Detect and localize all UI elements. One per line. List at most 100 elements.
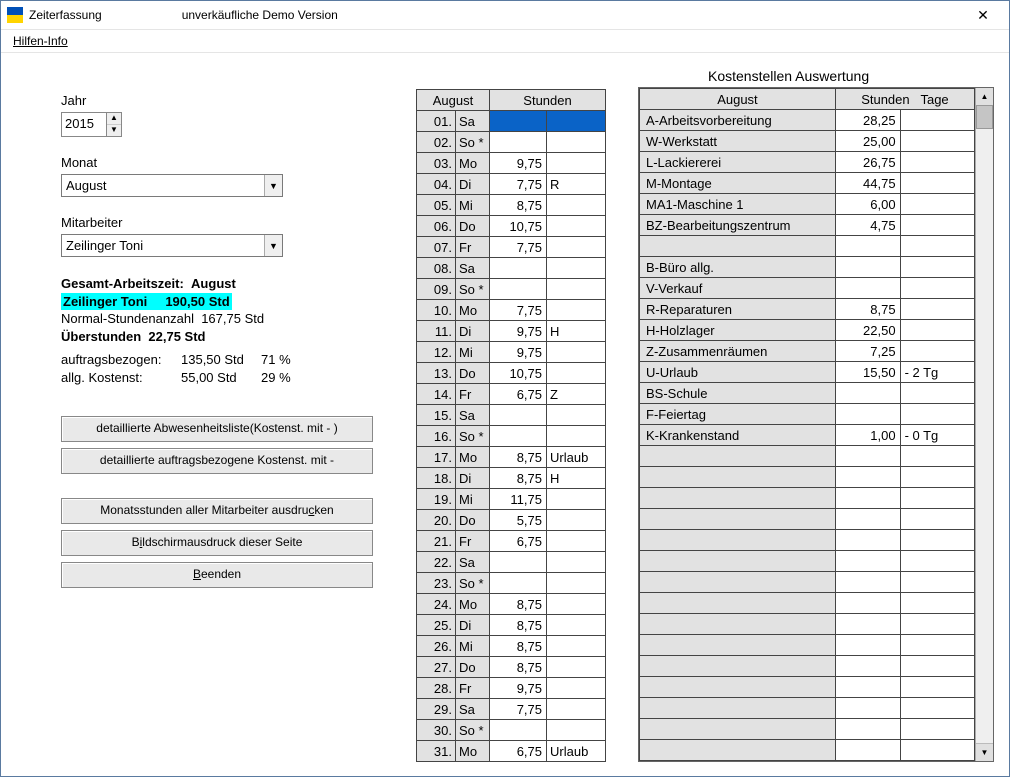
day-note [547,510,606,531]
day-row[interactable]: 04.Di7,75R [417,174,606,195]
cc-hours: 1,00 [835,425,900,446]
day-number: 30. [417,720,456,741]
day-row[interactable]: 28.Fr9,75 [417,678,606,699]
day-row[interactable]: 15.Sa [417,405,606,426]
year-input[interactable] [62,113,106,133]
btn-absence-list[interactable]: detaillierte Abwesenheitsliste(Kostenst.… [61,416,373,442]
day-row[interactable]: 16.So * [417,426,606,447]
year-down[interactable]: ▼ [107,125,121,136]
day-weekday: Mo [456,594,490,615]
scroll-thumb[interactable] [976,105,993,129]
cc-row[interactable]: H-Holzlager22,50 [640,320,975,341]
day-row[interactable]: 13.Do10,75 [417,363,606,384]
day-number: 16. [417,426,456,447]
btn-order-cost[interactable]: detaillierte auftragsbezogene Kostenst. … [61,448,373,474]
year-spinner[interactable]: ▲▼ [61,112,122,137]
day-weekday: Di [456,321,490,342]
day-row[interactable]: 24.Mo8,75 [417,594,606,615]
cc-row[interactable]: W-Werkstatt25,00 [640,131,975,152]
cc-hours [835,383,900,404]
month-combo[interactable]: ▼ [61,174,283,197]
day-hours: 7,75 [490,300,547,321]
cc-row[interactable]: R-Reparaturen8,75 [640,299,975,320]
cc-row[interactable]: K-Krankenstand1,00- 0 Tg [640,425,975,446]
day-row[interactable]: 22.Sa [417,552,606,573]
day-number: 31. [417,741,456,762]
day-note [547,342,606,363]
chevron-down-icon[interactable]: ▼ [264,235,282,256]
cc-row[interactable]: M-Montage44,75 [640,173,975,194]
days-table[interactable]: August Stunden 01.Sa02.So *03.Mo9,7504.D… [416,89,606,762]
day-weekday: Sa [456,552,490,573]
day-note [547,531,606,552]
month-input[interactable] [62,175,264,196]
cc-row[interactable]: F-Feiertag [640,404,975,425]
cc-row[interactable]: MA1-Maschine 16,00 [640,194,975,215]
cc-row[interactable]: V-Verkauf [640,278,975,299]
day-number: 05. [417,195,456,216]
day-row[interactable]: 31.Mo6,75Urlaub [417,741,606,762]
cc-row[interactable]: BZ-Bearbeitungszentrum4,75 [640,215,975,236]
scroll-up[interactable]: ▲ [976,88,993,106]
day-number: 09. [417,279,456,300]
employee-combo[interactable]: ▼ [61,234,283,257]
cc-row[interactable]: A-Arbeitsvorbereitung28,25 [640,110,975,131]
btn-print-month[interactable]: Monatsstunden aller Mitarbeiter ausdruck… [61,498,373,524]
costcenter-panel: Kostenstellen Auswertung August Stunden … [638,68,994,762]
day-row[interactable]: 17.Mo8,75Urlaub [417,447,606,468]
day-row[interactable]: 23.So * [417,573,606,594]
day-row[interactable]: 18.Di8,75H [417,468,606,489]
cc-days [900,299,974,320]
day-row[interactable]: 30.So * [417,720,606,741]
days-header-hours: Stunden [490,90,606,111]
btn-exit[interactable]: Beenden [61,562,373,588]
cc-row-empty [640,551,975,572]
day-note [547,489,606,510]
cc-row[interactable] [640,236,975,257]
costcenter-table[interactable]: August Stunden Tage A-Arbeitsvorbereitun… [639,88,975,761]
day-row[interactable]: 26.Mi8,75 [417,636,606,657]
cc-hours: 25,00 [835,131,900,152]
btn-print-screen[interactable]: Bildschirmausdruck dieser Seite [61,530,373,556]
day-note: H [547,468,606,489]
day-row[interactable]: 10.Mo7,75 [417,300,606,321]
day-row[interactable]: 05.Mi8,75 [417,195,606,216]
day-row[interactable]: 14.Fr6,75Z [417,384,606,405]
close-button[interactable]: ✕ [963,7,1003,24]
day-row[interactable]: 12.Mi9,75 [417,342,606,363]
day-row[interactable]: 27.Do8,75 [417,657,606,678]
day-weekday: Mo [456,300,490,321]
cc-days [900,131,974,152]
day-row[interactable]: 02.So * [417,132,606,153]
employee-input[interactable] [62,235,264,256]
day-note [547,279,606,300]
day-row[interactable]: 07.Fr7,75 [417,237,606,258]
day-row[interactable]: 01.Sa [417,111,606,132]
cc-row[interactable]: Z-Zusammenräumen7,25 [640,341,975,362]
scroll-down[interactable]: ▼ [976,743,993,761]
day-hours [490,279,547,300]
chevron-down-icon[interactable]: ▼ [264,175,282,196]
cc-row[interactable]: B-Büro allg. [640,257,975,278]
day-number: 04. [417,174,456,195]
day-row[interactable]: 19.Mi11,75 [417,489,606,510]
day-weekday: Sa [456,405,490,426]
day-row[interactable]: 21.Fr6,75 [417,531,606,552]
day-row[interactable]: 06.Do10,75 [417,216,606,237]
cc-row[interactable]: U-Urlaub15,50- 2 Tg [640,362,975,383]
cc-days: - 0 Tg [900,425,974,446]
day-row[interactable]: 08.Sa [417,258,606,279]
day-hours [490,132,547,153]
day-row[interactable]: 25.Di8,75 [417,615,606,636]
day-row[interactable]: 11.Di9,75H [417,321,606,342]
cc-row[interactable]: BS-Schule [640,383,975,404]
scrollbar[interactable]: ▲ ▼ [975,88,993,761]
cc-row[interactable]: L-Lackiererei26,75 [640,152,975,173]
day-row[interactable]: 09.So * [417,279,606,300]
menu-hilfen[interactable]: Hilfen-Info [5,34,76,48]
year-up[interactable]: ▲ [107,113,121,125]
cc-days [900,194,974,215]
day-row[interactable]: 03.Mo9,75 [417,153,606,174]
day-row[interactable]: 20.Do5,75 [417,510,606,531]
day-row[interactable]: 29.Sa7,75 [417,699,606,720]
